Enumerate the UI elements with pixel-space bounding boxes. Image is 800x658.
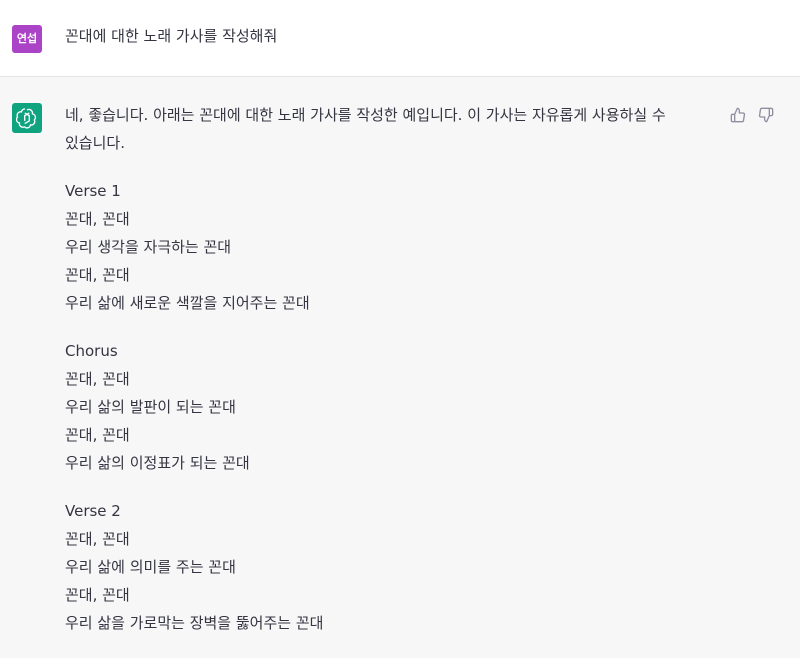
- lyric-line: 우리 삶의 발판이 되는 꼰대: [65, 398, 236, 416]
- user-message-text: 꼰대에 대한 노래 가사를 작성해줘: [65, 27, 278, 45]
- stanza-chorus: Chorus 꼰대, 꼰대 우리 삶의 발판이 되는 꼰대 꼰대, 꼰대 우리 …: [65, 337, 715, 477]
- assistant-message-row: 네, 좋습니다. 아래는 꼰대에 대한 노래 가사를 작성한 예입니다. 이 가…: [0, 77, 800, 658]
- lyric-line: 우리 삶을 가로막는 장벽을 뚫어주는 꼰대: [65, 614, 324, 632]
- thumbs-down-icon[interactable]: [756, 105, 776, 125]
- lyric-line: 꼰대, 꼰대: [65, 426, 130, 444]
- assistant-message-content: 네, 좋습니다. 아래는 꼰대에 대한 노래 가사를 작성한 예입니다. 이 가…: [65, 101, 715, 657]
- thumbs-up-icon[interactable]: [728, 105, 748, 125]
- stanza-title: Verse 2: [65, 502, 121, 520]
- lyric-line: 꼰대, 꼰대: [65, 210, 130, 228]
- lyric-line: 꼰대, 꼰대: [65, 266, 130, 284]
- lyric-line: 우리 삶에 새로운 색깔을 지어주는 꼰대: [65, 294, 310, 312]
- assistant-intro: 네, 좋습니다. 아래는 꼰대에 대한 노래 가사를 작성한 예입니다. 이 가…: [65, 106, 666, 152]
- stanza-title: Chorus: [65, 342, 118, 360]
- stanza-title: Verse 1: [65, 182, 121, 200]
- stanza-verse-1: Verse 1 꼰대, 꼰대 우리 생각을 자극하는 꼰대 꼰대, 꼰대 우리 …: [65, 177, 715, 317]
- lyric-line: 우리 삶에 의미를 주는 꼰대: [65, 558, 236, 576]
- user-message-row: 연섭 꼰대에 대한 노래 가사를 작성해줘: [0, 0, 800, 77]
- lyric-line: 꼰대, 꼰대: [65, 530, 130, 548]
- user-avatar: 연섭: [12, 25, 42, 53]
- stanza-verse-2: Verse 2 꼰대, 꼰대 우리 삶에 의미를 주는 꼰대 꼰대, 꼰대 우리…: [65, 497, 715, 637]
- lyric-line: 우리 생각을 자극하는 꼰대: [65, 238, 232, 256]
- openai-logo-icon: [12, 103, 42, 133]
- lyric-line: 우리 삶의 이정표가 되는 꼰대: [65, 454, 250, 472]
- lyric-line: 꼰대, 꼰대: [65, 370, 130, 388]
- lyric-line: 꼰대, 꼰대: [65, 586, 130, 604]
